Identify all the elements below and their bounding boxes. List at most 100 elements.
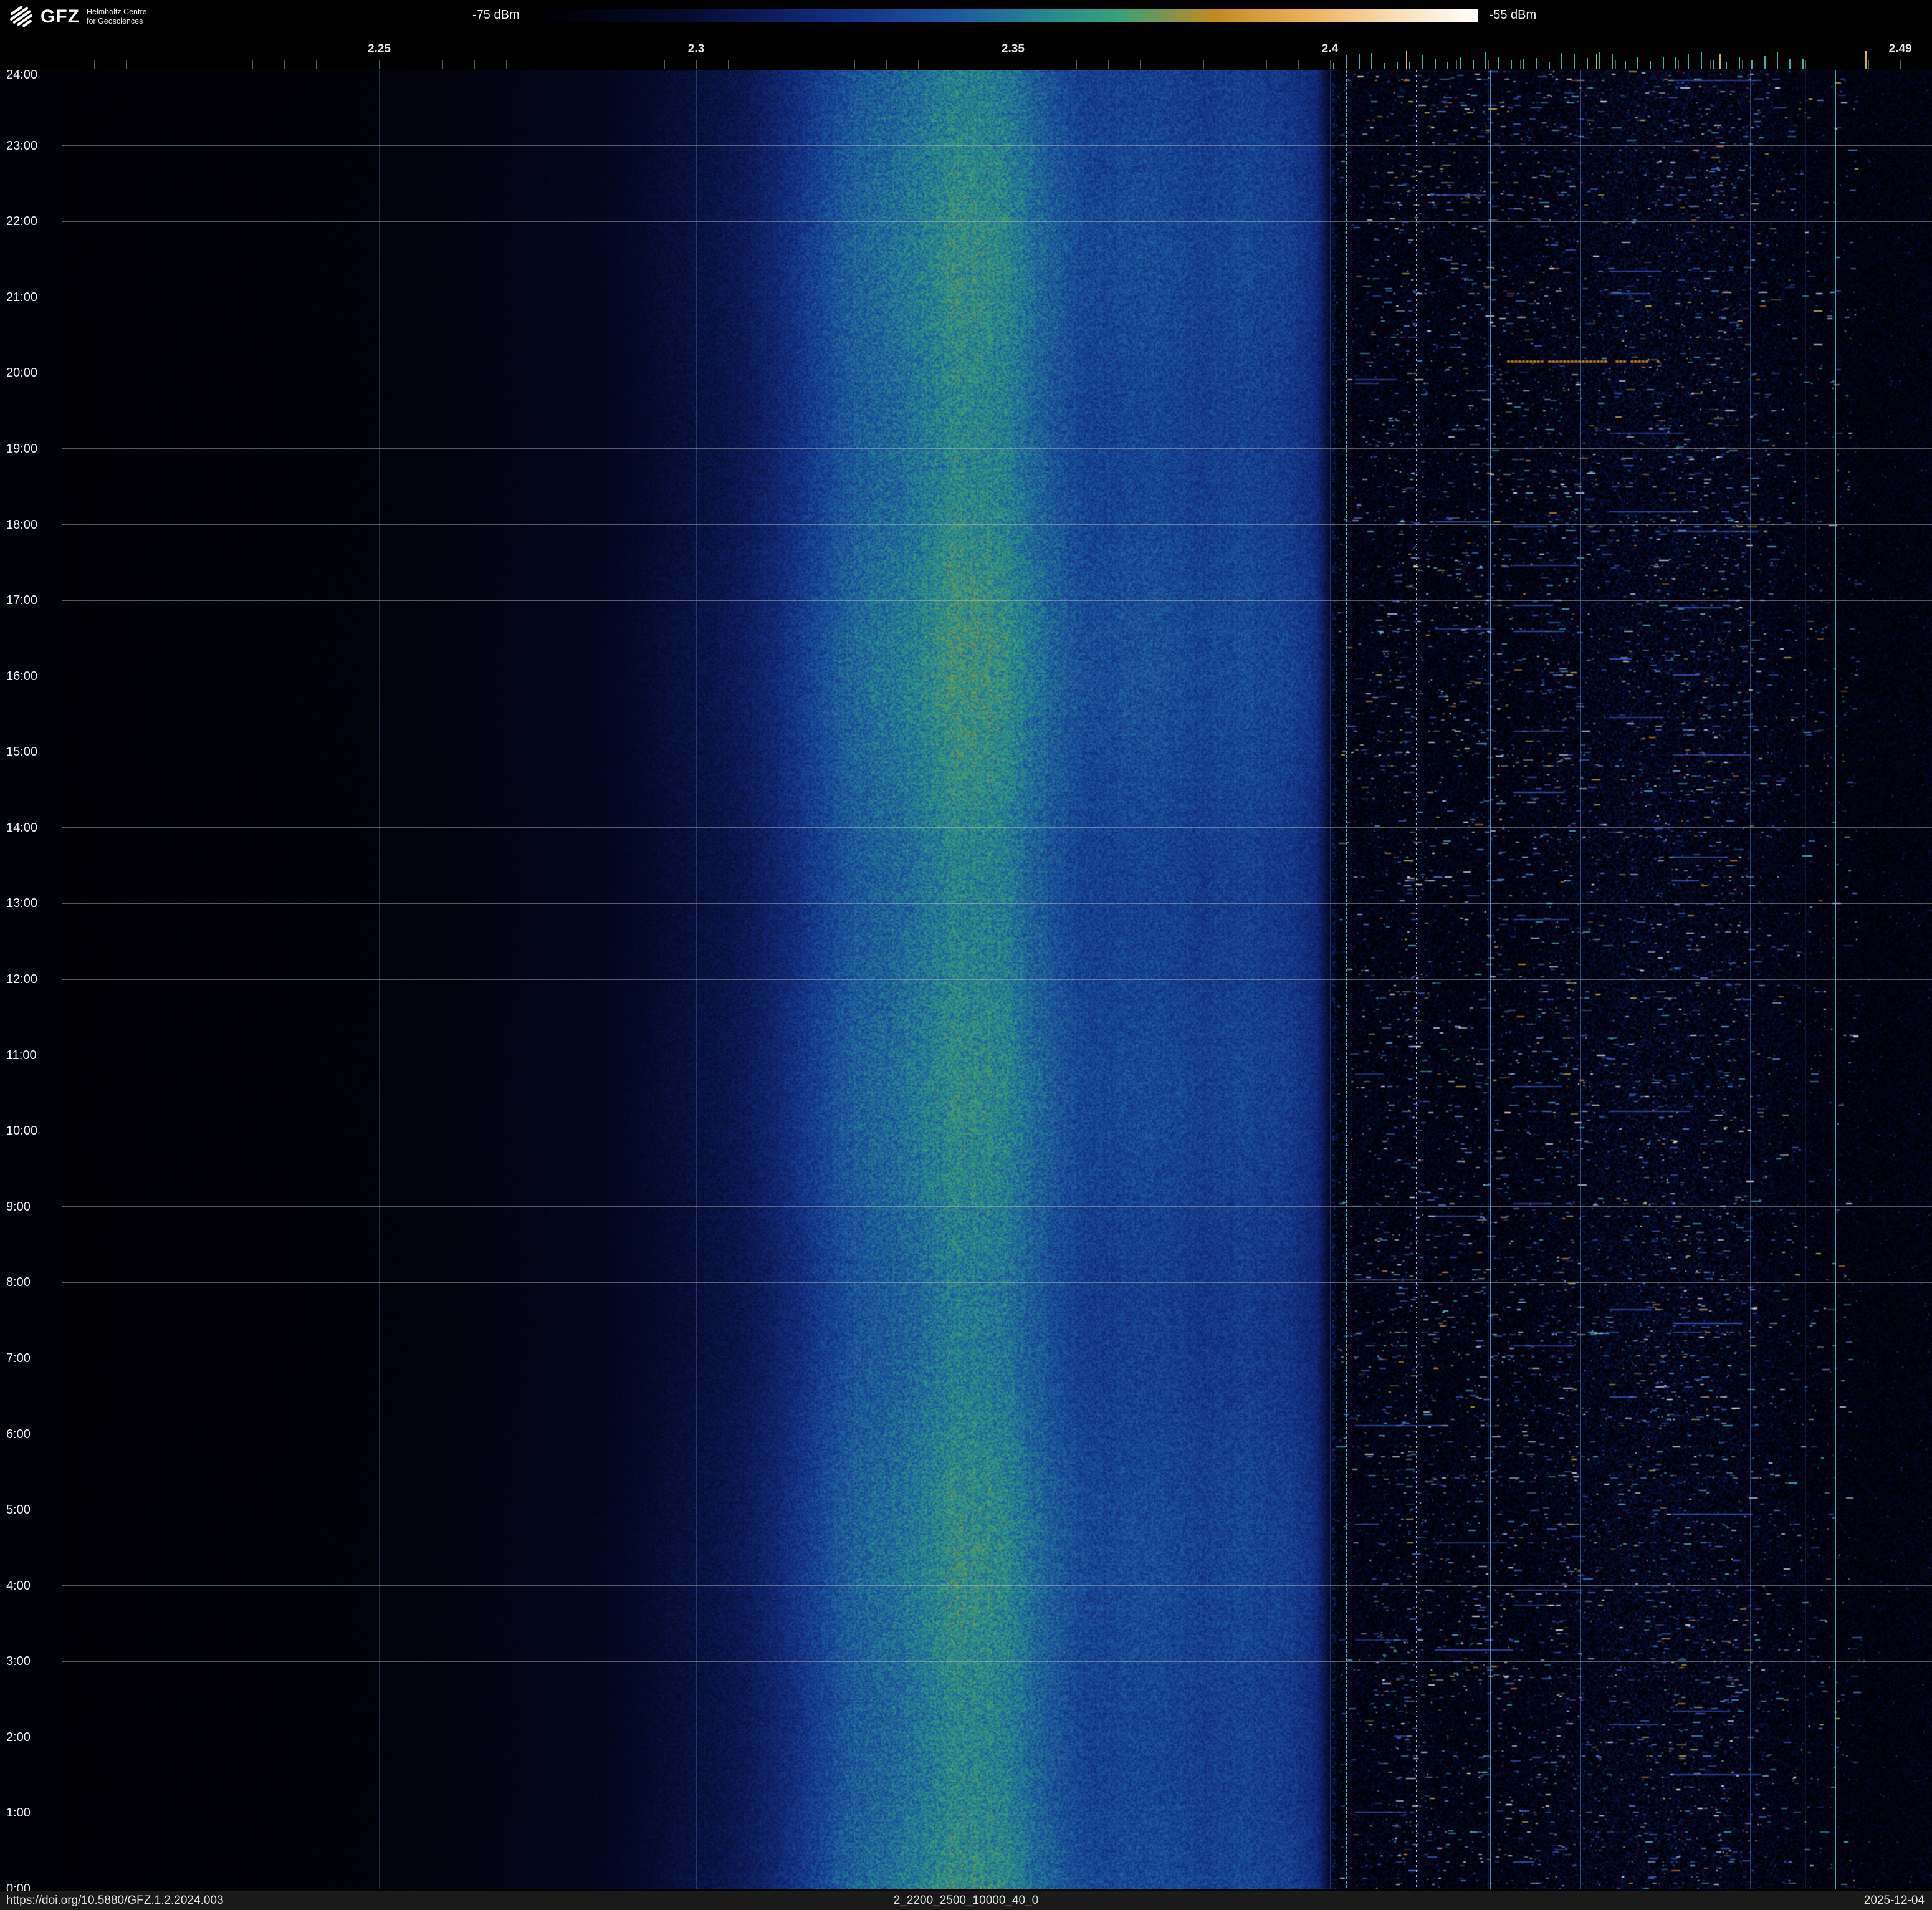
freq-tick — [474, 60, 476, 69]
freq-tick — [442, 60, 444, 69]
hour-gridline — [62, 1282, 1932, 1283]
freq-tick — [1802, 59, 1804, 69]
freq-tick — [1662, 57, 1664, 69]
freq-tick — [252, 60, 254, 69]
freq-gridline — [1329, 70, 1331, 1889]
time-axis-label: 2:00 — [6, 1730, 31, 1744]
freq-tick — [1719, 54, 1721, 69]
freq-tick — [1599, 52, 1601, 69]
dataset-id: 2_2200_2500_10000_40_0 — [893, 1894, 1039, 1907]
freq-tick — [1688, 54, 1690, 69]
time-axis-label: 19:00 — [6, 441, 38, 456]
freq-tick — [1405, 51, 1407, 69]
freq-gridline — [1805, 70, 1806, 1889]
hour-gridline — [62, 979, 1932, 980]
freq-tick — [1548, 62, 1550, 69]
freq-tick — [1615, 60, 1616, 69]
time-axis: 24:00 23:00 22:00 21:00 20:00 19:00 18:00 17:00… — [0, 0, 62, 1910]
freq-tick — [1900, 60, 1901, 69]
time-axis-label: 11:00 — [6, 1048, 37, 1062]
colorbar-min-label: -75 dBm — [472, 8, 520, 22]
colorbar: -75 dBm -55 dBm — [472, 8, 1536, 22]
freq-tick — [1713, 60, 1715, 69]
spectrogram-viewer: GFZ Helmholtz Centre for Geosciences -75… — [0, 0, 1932, 1910]
freq-tick — [125, 60, 127, 69]
freq-tick — [886, 60, 887, 69]
freq-tick — [379, 60, 380, 69]
freq-tick — [696, 60, 697, 69]
freq-tick — [727, 60, 729, 69]
hour-gridline — [62, 1206, 1932, 1207]
freq-tick — [1868, 60, 1870, 69]
time-axis-label: 7:00 — [6, 1351, 31, 1365]
time-axis-label: 17:00 — [6, 593, 38, 608]
freq-tick — [1485, 52, 1487, 69]
freq-tick — [1329, 60, 1331, 69]
time-axis-label: 10:00 — [6, 1124, 38, 1138]
time-axis-label: 18:00 — [6, 517, 38, 532]
freq-tick — [1298, 60, 1299, 69]
freq-axis-label: 2.35 — [1001, 42, 1025, 55]
time-axis-label: 5:00 — [6, 1503, 31, 1517]
time-axis-label: 13:00 — [6, 896, 38, 911]
freq-tick — [93, 60, 95, 69]
time-axis-label: 12:00 — [6, 972, 38, 986]
freq-axis-label: 2.49 — [1888, 42, 1912, 55]
freq-tick — [1396, 62, 1398, 69]
freq-tick — [1498, 57, 1499, 69]
hour-gridline — [62, 145, 1932, 146]
time-axis-label: 20:00 — [6, 366, 38, 380]
freq-tick — [664, 60, 666, 69]
freq-tick — [1741, 60, 1743, 69]
freq-tick — [1139, 60, 1141, 69]
colorbar-max-label: -55 dBm — [1489, 8, 1537, 22]
freq-tick — [1612, 53, 1614, 69]
colorbar-gradient — [530, 8, 1478, 22]
freq-tick — [1488, 60, 1490, 69]
freq-tick — [284, 60, 285, 69]
freq-tick — [1447, 62, 1449, 69]
channel-activity-line — [1346, 70, 1348, 1889]
freq-tick — [854, 60, 856, 69]
freq-tick — [1358, 53, 1360, 69]
hour-gridline — [62, 1661, 1932, 1662]
time-axis-label: 6:00 — [6, 1427, 31, 1441]
channel-activity-line — [1416, 70, 1418, 1889]
freq-tick — [1332, 62, 1334, 69]
freq-tick — [1076, 60, 1078, 69]
freq-tick — [1700, 52, 1702, 69]
freq-tick — [1596, 54, 1598, 69]
freq-tick — [1726, 61, 1728, 69]
freq-tick — [1422, 54, 1423, 69]
hour-gridline — [62, 221, 1932, 222]
freq-tick — [1586, 57, 1588, 69]
hour-gridline — [62, 524, 1932, 525]
channel-activity-line — [1750, 70, 1752, 1889]
freq-tick — [1789, 59, 1791, 69]
freq-tick — [1472, 60, 1474, 69]
freq-gridline — [696, 70, 697, 1889]
brand-subtitle-line2: for Geosciences — [87, 17, 143, 26]
freq-tick — [1266, 60, 1268, 69]
time-axis-label: 15:00 — [6, 745, 38, 759]
time-axis-label: 23:00 — [6, 138, 38, 153]
brand-subtitle: Helmholtz Centre for Geosciences — [87, 7, 147, 26]
freq-tick — [1384, 63, 1385, 69]
frequency-axis: 2.25 2.3 2.35 2.4 2.49 — [0, 35, 1932, 70]
freq-tick — [1637, 56, 1639, 69]
channel-activity-line — [1579, 70, 1581, 1889]
date-label: 2025-12-04 — [1863, 1894, 1925, 1907]
hour-gridline — [62, 827, 1932, 828]
freq-tick — [1523, 59, 1525, 69]
freq-tick — [1675, 57, 1677, 69]
time-axis-label: 21:00 — [6, 290, 38, 304]
spectrogram-plot — [0, 70, 1932, 1889]
freq-tick — [1561, 52, 1563, 69]
freq-tick — [1764, 55, 1766, 69]
time-axis-label: 22:00 — [6, 214, 38, 229]
channel-activity-line — [1490, 70, 1492, 1889]
freq-tick — [505, 60, 507, 69]
doi-text: https://doi.org/10.5880/GFZ.1.2.2024.003 — [6, 1894, 224, 1907]
freq-tick — [1738, 57, 1740, 69]
freq-gridline — [854, 70, 856, 1889]
